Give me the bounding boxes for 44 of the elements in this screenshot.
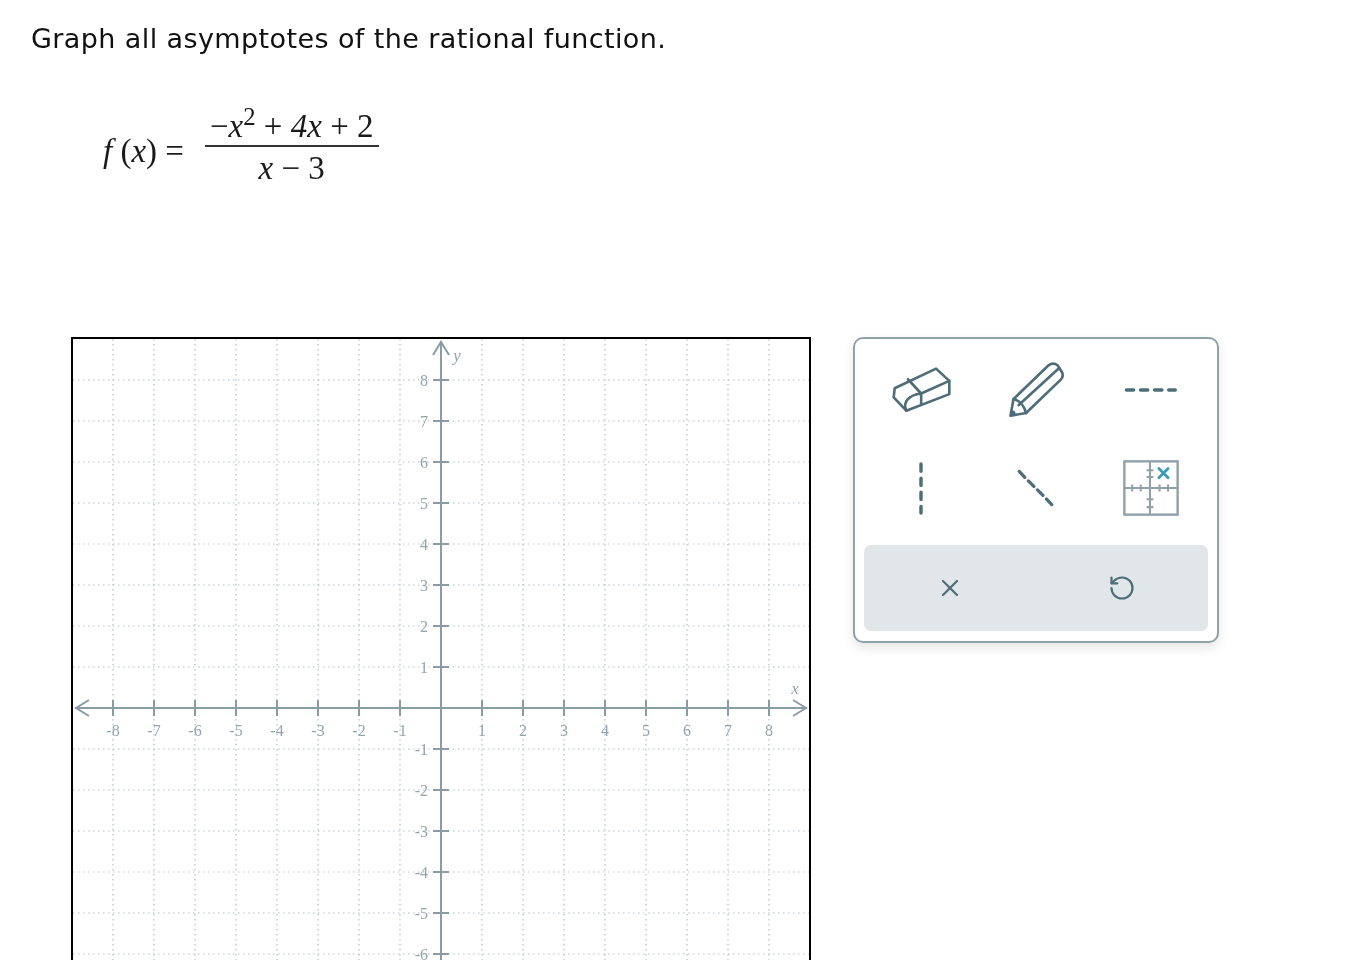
tick-label: 2 [420, 618, 428, 635]
numerator: −x$^{2}$ + 4x + 2 [208, 107, 375, 145]
tick-label: 1 [420, 659, 428, 676]
tick-label: 6 [683, 722, 691, 739]
tick-label: -3 [414, 823, 428, 840]
eraser-icon [890, 366, 952, 414]
tick-label: 1 [478, 722, 486, 739]
tick-label: 3 [560, 722, 568, 739]
tick-label: -6 [188, 722, 202, 739]
tick-label: -4 [414, 864, 428, 881]
diagonal-dashed-line-icon [1017, 469, 1055, 507]
tick-label: 2 [519, 722, 527, 739]
tick-label: 4 [420, 536, 428, 553]
tick-label: 8 [765, 722, 773, 739]
function-name: f (x) = [103, 132, 184, 170]
tick-label: -6 [414, 946, 428, 960]
tick-label: 7 [724, 722, 732, 739]
tick-label: -2 [352, 722, 366, 739]
pencil-icon [1006, 361, 1066, 419]
vertical-dashed-line-icon [918, 461, 925, 515]
coordinate-grid[interactable]: -8 -7 -6 -5 -4 -3 -2 -1 1 2 3 4 5 6 7 8 8 7 6 5 4 3 2 1 -1 -2 -3 -4 -5 -6 x y [71, 337, 811, 960]
undo-icon [1108, 574, 1136, 602]
tick-label: -4 [270, 722, 284, 739]
tick-label: 7 [420, 413, 428, 430]
tick-label: -2 [414, 782, 428, 799]
tick-label: -8 [106, 722, 120, 739]
tick-label: 3 [420, 577, 428, 594]
tick-label: 4 [601, 722, 609, 739]
grid-with-x-icon [1122, 460, 1179, 516]
tick-label: -5 [229, 722, 243, 739]
tick-label: -3 [311, 722, 325, 739]
tick-label: -1 [393, 722, 407, 739]
axis-label: y [453, 346, 461, 365]
tick-label: -1 [414, 741, 428, 758]
denominator: x − 3 [258, 149, 325, 187]
axis-label: x [791, 679, 799, 698]
instruction-text: Graph all asymptotes of the rational function. [31, 23, 667, 55]
tick-label: 5 [642, 722, 650, 739]
tick-label: -5 [414, 905, 428, 922]
tick-label: 8 [420, 372, 428, 389]
tick-label: 6 [420, 454, 428, 471]
tick-label: -7 [147, 722, 161, 739]
horizontal-dashed-line-icon [1124, 387, 1178, 393]
tick-label: 5 [420, 495, 428, 512]
